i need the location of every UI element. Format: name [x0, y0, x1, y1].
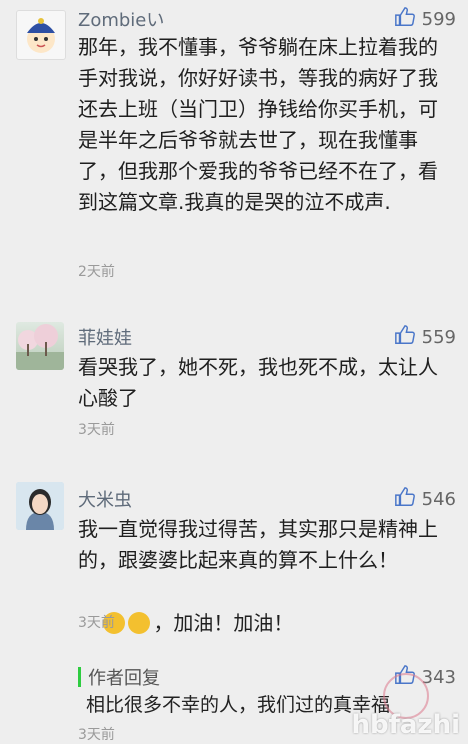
- commenter-name[interactable]: 菲娃娃: [78, 324, 132, 350]
- comment-text: 看哭我了，她不死，我也死不成，太让人心酸了: [78, 355, 438, 410]
- watermark-text: hbfazhi: [351, 710, 460, 740]
- avatar[interactable]: [16, 10, 66, 60]
- reply-title: 作者回复: [88, 668, 160, 689]
- thumbs-up-icon: [394, 486, 416, 513]
- like-button[interactable]: 546: [394, 486, 456, 513]
- commenter-name[interactable]: Zombieい: [78, 6, 164, 32]
- crying-face-icon: [128, 611, 151, 634]
- like-count: 546: [421, 489, 456, 510]
- thumbs-up-icon: [394, 6, 416, 33]
- comment-text: 我一直觉得我过得苦，其实那只是精神上的，跟婆婆比起来真的算不上什么！: [78, 517, 438, 572]
- reply-time: 3天前: [78, 727, 115, 743]
- comment-text: 那年，我不懂事，爷爷躺在床上拉着我的手对我说，你好好读书，等我的病好了我还去上班…: [78, 35, 438, 214]
- comment-text-cheer: ，加油！加油！: [153, 611, 294, 635]
- comment-time: 3天前: [78, 615, 115, 631]
- thumbs-up-icon: [394, 324, 416, 351]
- avatar[interactable]: [16, 482, 64, 530]
- avatar[interactable]: [16, 322, 64, 370]
- comment-text-line: ，加油！加油！: [78, 577, 454, 670]
- like-count: 599: [421, 9, 456, 30]
- reply-indicator: [78, 667, 81, 687]
- like-count: 559: [421, 327, 456, 348]
- comment-time: 3天前: [78, 422, 115, 438]
- like-button[interactable]: 559: [394, 324, 456, 351]
- like-button[interactable]: 599: [394, 6, 456, 33]
- like-count: 343: [421, 667, 456, 688]
- commenter-name[interactable]: 大米虫: [78, 486, 132, 512]
- comment-time: 2天前: [78, 264, 115, 280]
